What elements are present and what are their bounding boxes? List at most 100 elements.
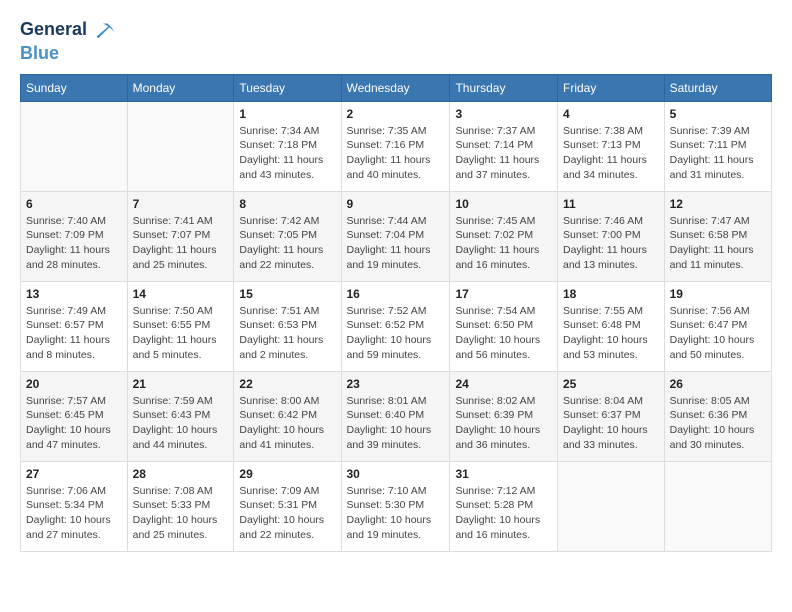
weekday-tuesday: Tuesday — [234, 74, 341, 101]
day-number: 4 — [563, 107, 659, 121]
day-info: Sunrise: 7:51 AMSunset: 6:53 PMDaylight:… — [239, 304, 335, 363]
day-info: Sunrise: 7:08 AMSunset: 5:33 PMDaylight:… — [133, 484, 229, 543]
day-cell — [127, 101, 234, 191]
day-cell: 25 Sunrise: 8:04 AMSunset: 6:37 PMDayligh… — [558, 371, 665, 461]
day-number: 1 — [239, 107, 335, 121]
day-number: 27 — [26, 467, 122, 481]
day-cell — [21, 101, 128, 191]
day-number: 7 — [133, 197, 229, 211]
day-cell: 4 Sunrise: 7:38 AMSunset: 7:13 PMDaylight… — [558, 101, 665, 191]
day-number: 24 — [455, 377, 552, 391]
day-number: 15 — [239, 287, 335, 301]
day-info: Sunrise: 7:41 AMSunset: 7:07 PMDaylight:… — [133, 214, 229, 273]
day-number: 19 — [670, 287, 766, 301]
week-row-2: 6 Sunrise: 7:40 AMSunset: 7:09 PMDaylight… — [21, 191, 772, 281]
day-info: Sunrise: 7:37 AMSunset: 7:14 PMDaylight:… — [455, 124, 552, 183]
day-info: Sunrise: 7:59 AMSunset: 6:43 PMDaylight:… — [133, 394, 229, 453]
day-number: 13 — [26, 287, 122, 301]
day-info: Sunrise: 7:45 AMSunset: 7:02 PMDaylight:… — [455, 214, 552, 273]
weekday-wednesday: Wednesday — [341, 74, 450, 101]
day-info: Sunrise: 7:10 AMSunset: 5:30 PMDaylight:… — [347, 484, 445, 543]
day-info: Sunrise: 7:38 AMSunset: 7:13 PMDaylight:… — [563, 124, 659, 183]
day-number: 11 — [563, 197, 659, 211]
day-info: Sunrise: 7:44 AMSunset: 7:04 PMDaylight:… — [347, 214, 445, 273]
day-number: 26 — [670, 377, 766, 391]
day-number: 3 — [455, 107, 552, 121]
day-info: Sunrise: 7:39 AMSunset: 7:11 PMDaylight:… — [670, 124, 766, 183]
day-cell: 17 Sunrise: 7:54 AMSunset: 6:50 PMDayligh… — [450, 281, 558, 371]
day-number: 17 — [455, 287, 552, 301]
week-row-3: 13 Sunrise: 7:49 AMSunset: 6:57 PMDayligh… — [21, 281, 772, 371]
day-number: 28 — [133, 467, 229, 481]
weekday-friday: Friday — [558, 74, 665, 101]
day-cell: 9 Sunrise: 7:44 AMSunset: 7:04 PMDaylight… — [341, 191, 450, 281]
weekday-header-row: SundayMondayTuesdayWednesdayThursdayFrid… — [21, 74, 772, 101]
day-cell: 26 Sunrise: 8:05 AMSunset: 6:36 PMDayligh… — [664, 371, 771, 461]
logo-text: General — [20, 20, 87, 40]
day-cell: 22Sunrise: 8:00 AMSunset: 6:42 PMDayligh… — [234, 371, 341, 461]
logo-icon — [89, 16, 117, 44]
day-info: Sunrise: 8:02 AMSunset: 6:39 PMDaylight:… — [455, 394, 552, 453]
day-cell: 16 Sunrise: 7:52 AMSunset: 6:52 PMDayligh… — [341, 281, 450, 371]
day-cell: 14Sunrise: 7:50 AMSunset: 6:55 PMDayligh… — [127, 281, 234, 371]
day-info: Sunrise: 7:57 AMSunset: 6:45 PMDaylight:… — [26, 394, 122, 453]
day-info: Sunrise: 7:40 AMSunset: 7:09 PMDaylight:… — [26, 214, 122, 273]
day-cell: 12Sunrise: 7:47 AMSunset: 6:58 PMDayligh… — [664, 191, 771, 281]
day-info: Sunrise: 8:01 AMSunset: 6:40 PMDaylight:… — [347, 394, 445, 453]
day-number: 25 — [563, 377, 659, 391]
day-number: 14 — [133, 287, 229, 301]
day-cell: 5 Sunrise: 7:39 AMSunset: 7:11 PMDaylight… — [664, 101, 771, 191]
weekday-sunday: Sunday — [21, 74, 128, 101]
day-number: 16 — [347, 287, 445, 301]
day-number: 9 — [347, 197, 445, 211]
day-number: 6 — [26, 197, 122, 211]
day-cell: 2Sunrise: 7:35 AMSunset: 7:16 PMDaylight… — [341, 101, 450, 191]
calendar-table: SundayMondayTuesdayWednesdayThursdayFrid… — [20, 74, 772, 552]
day-info: Sunrise: 7:56 AMSunset: 6:47 PMDaylight:… — [670, 304, 766, 363]
weekday-thursday: Thursday — [450, 74, 558, 101]
day-info: Sunrise: 7:46 AMSunset: 7:00 PMDaylight:… — [563, 214, 659, 273]
day-info: Sunrise: 7:42 AMSunset: 7:05 PMDaylight:… — [239, 214, 335, 273]
day-cell: 24 Sunrise: 8:02 AMSunset: 6:39 PMDayligh… — [450, 371, 558, 461]
day-cell: 27Sunrise: 7:06 AMSunset: 5:34 PMDayligh… — [21, 461, 128, 551]
day-number: 31 — [455, 467, 552, 481]
day-info: Sunrise: 7:12 AMSunset: 5:28 PMDaylight:… — [455, 484, 552, 543]
day-number: 18 — [563, 287, 659, 301]
day-cell: 15 Sunrise: 7:51 AMSunset: 6:53 PMDayligh… — [234, 281, 341, 371]
logo: General Blue — [20, 16, 117, 64]
day-number: 8 — [239, 197, 335, 211]
week-row-5: 27Sunrise: 7:06 AMSunset: 5:34 PMDayligh… — [21, 461, 772, 551]
day-cell: 13 Sunrise: 7:49 AMSunset: 6:57 PMDayligh… — [21, 281, 128, 371]
day-cell — [664, 461, 771, 551]
day-info: Sunrise: 7:49 AMSunset: 6:57 PMDaylight:… — [26, 304, 122, 363]
calendar-body: 1 Sunrise: 7:34 AMSunset: 7:18 PMDaylight… — [21, 101, 772, 551]
day-cell: 1 Sunrise: 7:34 AMSunset: 7:18 PMDaylight… — [234, 101, 341, 191]
day-number: 21 — [133, 377, 229, 391]
day-info: Sunrise: 7:09 AMSunset: 5:31 PMDaylight:… — [239, 484, 335, 543]
day-info: Sunrise: 8:00 AMSunset: 6:42 PMDaylight:… — [239, 394, 335, 453]
calendar-header: SundayMondayTuesdayWednesdayThursdayFrid… — [21, 74, 772, 101]
day-number: 10 — [455, 197, 552, 211]
day-number: 5 — [670, 107, 766, 121]
day-cell: 23 Sunrise: 8:01 AMSunset: 6:40 PMDayligh… — [341, 371, 450, 461]
day-info: Sunrise: 7:52 AMSunset: 6:52 PMDaylight:… — [347, 304, 445, 363]
day-cell: 31 Sunrise: 7:12 AMSunset: 5:28 PMDayligh… — [450, 461, 558, 551]
day-cell: 7 Sunrise: 7:41 AMSunset: 7:07 PMDaylight… — [127, 191, 234, 281]
day-cell — [558, 461, 665, 551]
day-cell: 28 Sunrise: 7:08 AMSunset: 5:33 PMDayligh… — [127, 461, 234, 551]
day-cell: 6 Sunrise: 7:40 AMSunset: 7:09 PMDaylight… — [21, 191, 128, 281]
day-cell: 21 Sunrise: 7:59 AMSunset: 6:43 PMDayligh… — [127, 371, 234, 461]
day-info: Sunrise: 7:47 AMSunset: 6:58 PMDaylight:… — [670, 214, 766, 273]
weekday-saturday: Saturday — [664, 74, 771, 101]
day-info: Sunrise: 7:55 AMSunset: 6:48 PMDaylight:… — [563, 304, 659, 363]
day-info: Sunrise: 7:34 AMSunset: 7:18 PMDaylight:… — [239, 124, 335, 183]
day-cell: 8 Sunrise: 7:42 AMSunset: 7:05 PMDaylight… — [234, 191, 341, 281]
day-number: 23 — [347, 377, 445, 391]
day-cell: 11 Sunrise: 7:46 AMSunset: 7:00 PMDayligh… — [558, 191, 665, 281]
day-cell: 10 Sunrise: 7:45 AMSunset: 7:02 PMDayligh… — [450, 191, 558, 281]
weekday-monday: Monday — [127, 74, 234, 101]
day-info: Sunrise: 8:04 AMSunset: 6:37 PMDaylight:… — [563, 394, 659, 453]
logo-blue-text: Blue — [20, 44, 59, 64]
day-info: Sunrise: 8:05 AMSunset: 6:36 PMDaylight:… — [670, 394, 766, 453]
day-info: Sunrise: 7:54 AMSunset: 6:50 PMDaylight:… — [455, 304, 552, 363]
